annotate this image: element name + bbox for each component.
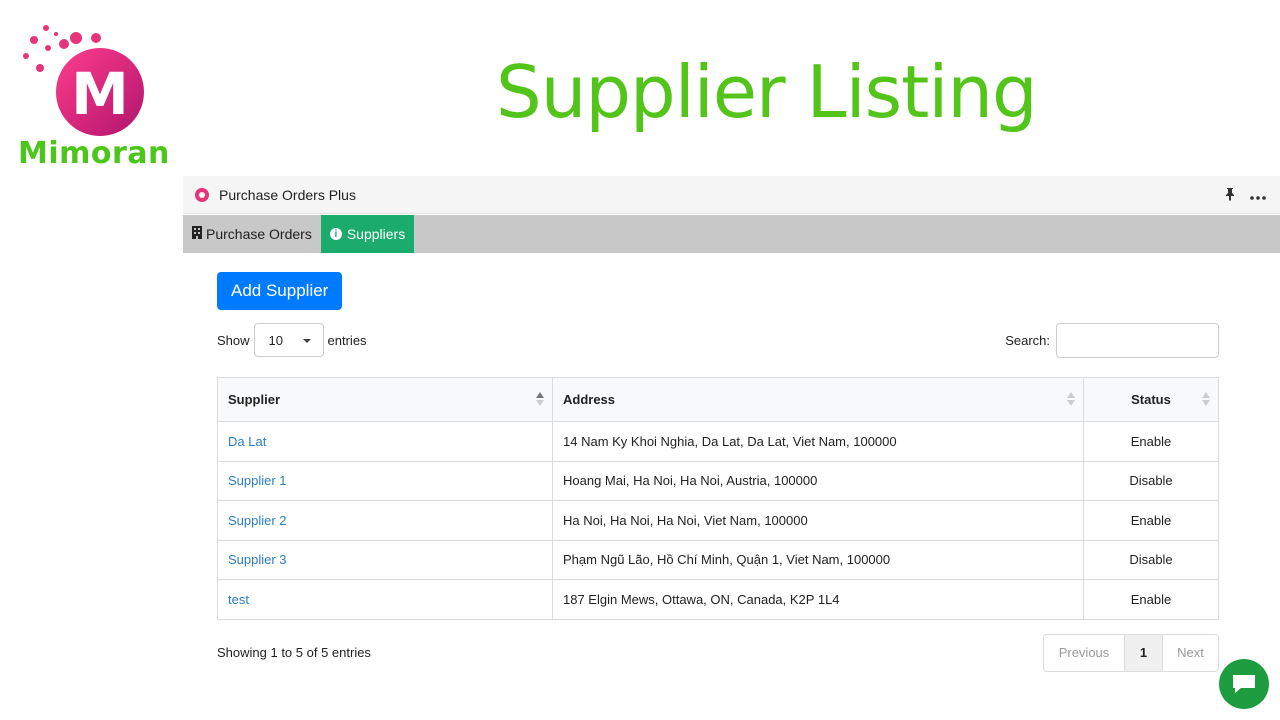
chat-bubble-icon <box>1233 675 1255 693</box>
next-page-button[interactable]: Next <box>1162 634 1218 671</box>
search-label: Search: <box>1005 332 1050 348</box>
address-cell: 187 Elgin Mews, Ottawa, ON, Canada, K2P … <box>552 579 1084 620</box>
previous-page-button[interactable]: Previous <box>1044 635 1124 671</box>
app-logo-icon <box>195 187 209 202</box>
entries-length: Show 10 entries <box>217 323 367 357</box>
brand-name: Mimoran <box>18 136 170 171</box>
address-cell: Phạm Ngũ Lão, Hồ Chí Minh, Quận 1, Viet … <box>552 539 1084 580</box>
table-row: Supplier 2 Ha Noi, Ha Noi, Ha Noi, Viet … <box>217 500 1219 541</box>
table-controls: Show 10 entries Search: <box>217 322 1219 358</box>
status-cell: Enable <box>1083 500 1219 541</box>
table-row: Supplier 1 Hoang Mai, Ha Noi, Ha Noi, Au… <box>217 460 1219 501</box>
tab-label: Suppliers <box>346 226 406 242</box>
table-row: Da Lat 14 Nam Ky Khoi Nghia, Da Lat, Da … <box>217 421 1219 462</box>
sort-icon <box>1202 392 1210 406</box>
pin-icon[interactable] <box>1224 187 1236 203</box>
tab-bar: Purchase Orders i Suppliers <box>183 215 1280 253</box>
address-cell: Hoang Mai, Ha Noi, Ha Noi, Austria, 1000… <box>552 460 1084 501</box>
column-header-status[interactable]: Status <box>1083 377 1219 422</box>
column-header-address[interactable]: Address <box>552 377 1084 422</box>
address-cell: 14 Nam Ky Khoi Nghia, Da Lat, Da Lat, Vi… <box>552 421 1084 462</box>
status-cell: Enable <box>1083 421 1219 462</box>
more-icon[interactable] <box>1250 188 1266 202</box>
supplier-cell: Supplier 2 <box>217 500 553 541</box>
tab-label: Purchase Orders <box>206 226 312 242</box>
suppliers-table: Supplier Address Status Da Lat 14 Nam Ky… <box>217 377 1219 620</box>
status-cell: Enable <box>1083 579 1219 620</box>
table-row: test 187 Elgin Mews, Ottawa, ON, Canada,… <box>217 579 1219 620</box>
supplier-cell: test <box>217 579 553 620</box>
brand-logo: M Mimoran <box>14 20 186 180</box>
page-title: Supplier Listing <box>496 50 1038 134</box>
entries-select[interactable]: 10 <box>253 323 324 357</box>
app-window: Purchase Orders Plus Purchase Orders i S… <box>183 176 1280 720</box>
table-row: Supplier 3 Phạm Ngũ Lão, Hồ Chí Minh, Qu… <box>217 539 1219 580</box>
search-input[interactable] <box>1056 322 1219 358</box>
info-icon: i <box>329 228 342 240</box>
tab-suppliers[interactable]: i Suppliers <box>320 215 415 253</box>
status-cell: Disable <box>1083 460 1219 501</box>
entries-value: 10 <box>268 332 283 348</box>
supplier-link[interactable]: Supplier 1 <box>228 473 287 488</box>
svg-text:M: M <box>71 60 129 128</box>
chat-button[interactable] <box>1219 659 1269 709</box>
app-header: Purchase Orders Plus <box>183 176 1280 214</box>
app-title: Purchase Orders Plus <box>219 186 356 203</box>
column-header-supplier[interactable]: Supplier <box>217 377 553 422</box>
sort-icon <box>536 392 544 406</box>
sort-icon <box>1067 392 1075 406</box>
table-footer: Showing 1 to 5 of 5 entries Previous 1 N… <box>217 633 1219 672</box>
building-icon <box>192 226 202 242</box>
status-cell: Disable <box>1083 539 1219 580</box>
pagination: Previous 1 Next <box>1043 633 1219 672</box>
search-area: Search: <box>1005 322 1219 358</box>
entries-label: entries <box>327 332 367 348</box>
table-info: Showing 1 to 5 of 5 entries <box>217 645 371 660</box>
supplier-cell: Da Lat <box>217 421 553 462</box>
tab-purchase-orders[interactable]: Purchase Orders <box>183 215 321 253</box>
header-actions <box>1224 187 1280 203</box>
table-header-row: Supplier Address Status <box>217 377 1219 422</box>
add-supplier-button[interactable]: Add Supplier <box>217 272 343 310</box>
address-cell: Ha Noi, Ha Noi, Ha Noi, Viet Nam, 100000 <box>552 500 1084 541</box>
supplier-link[interactable]: Da Lat <box>228 434 266 449</box>
supplier-link[interactable]: test <box>228 592 249 607</box>
show-label: Show <box>217 332 250 348</box>
supplier-cell: Supplier 1 <box>217 460 553 501</box>
mimoran-logo-icon: M <box>23 25 144 136</box>
supplier-link[interactable]: Supplier 2 <box>228 513 287 528</box>
page-1-button[interactable]: 1 <box>1124 634 1162 671</box>
main-content: Add Supplier Show 10 entries Search: Sup… <box>217 272 1219 672</box>
chevron-down-icon <box>302 339 311 343</box>
supplier-link[interactable]: Supplier 3 <box>228 552 287 567</box>
supplier-cell: Supplier 3 <box>217 539 553 580</box>
